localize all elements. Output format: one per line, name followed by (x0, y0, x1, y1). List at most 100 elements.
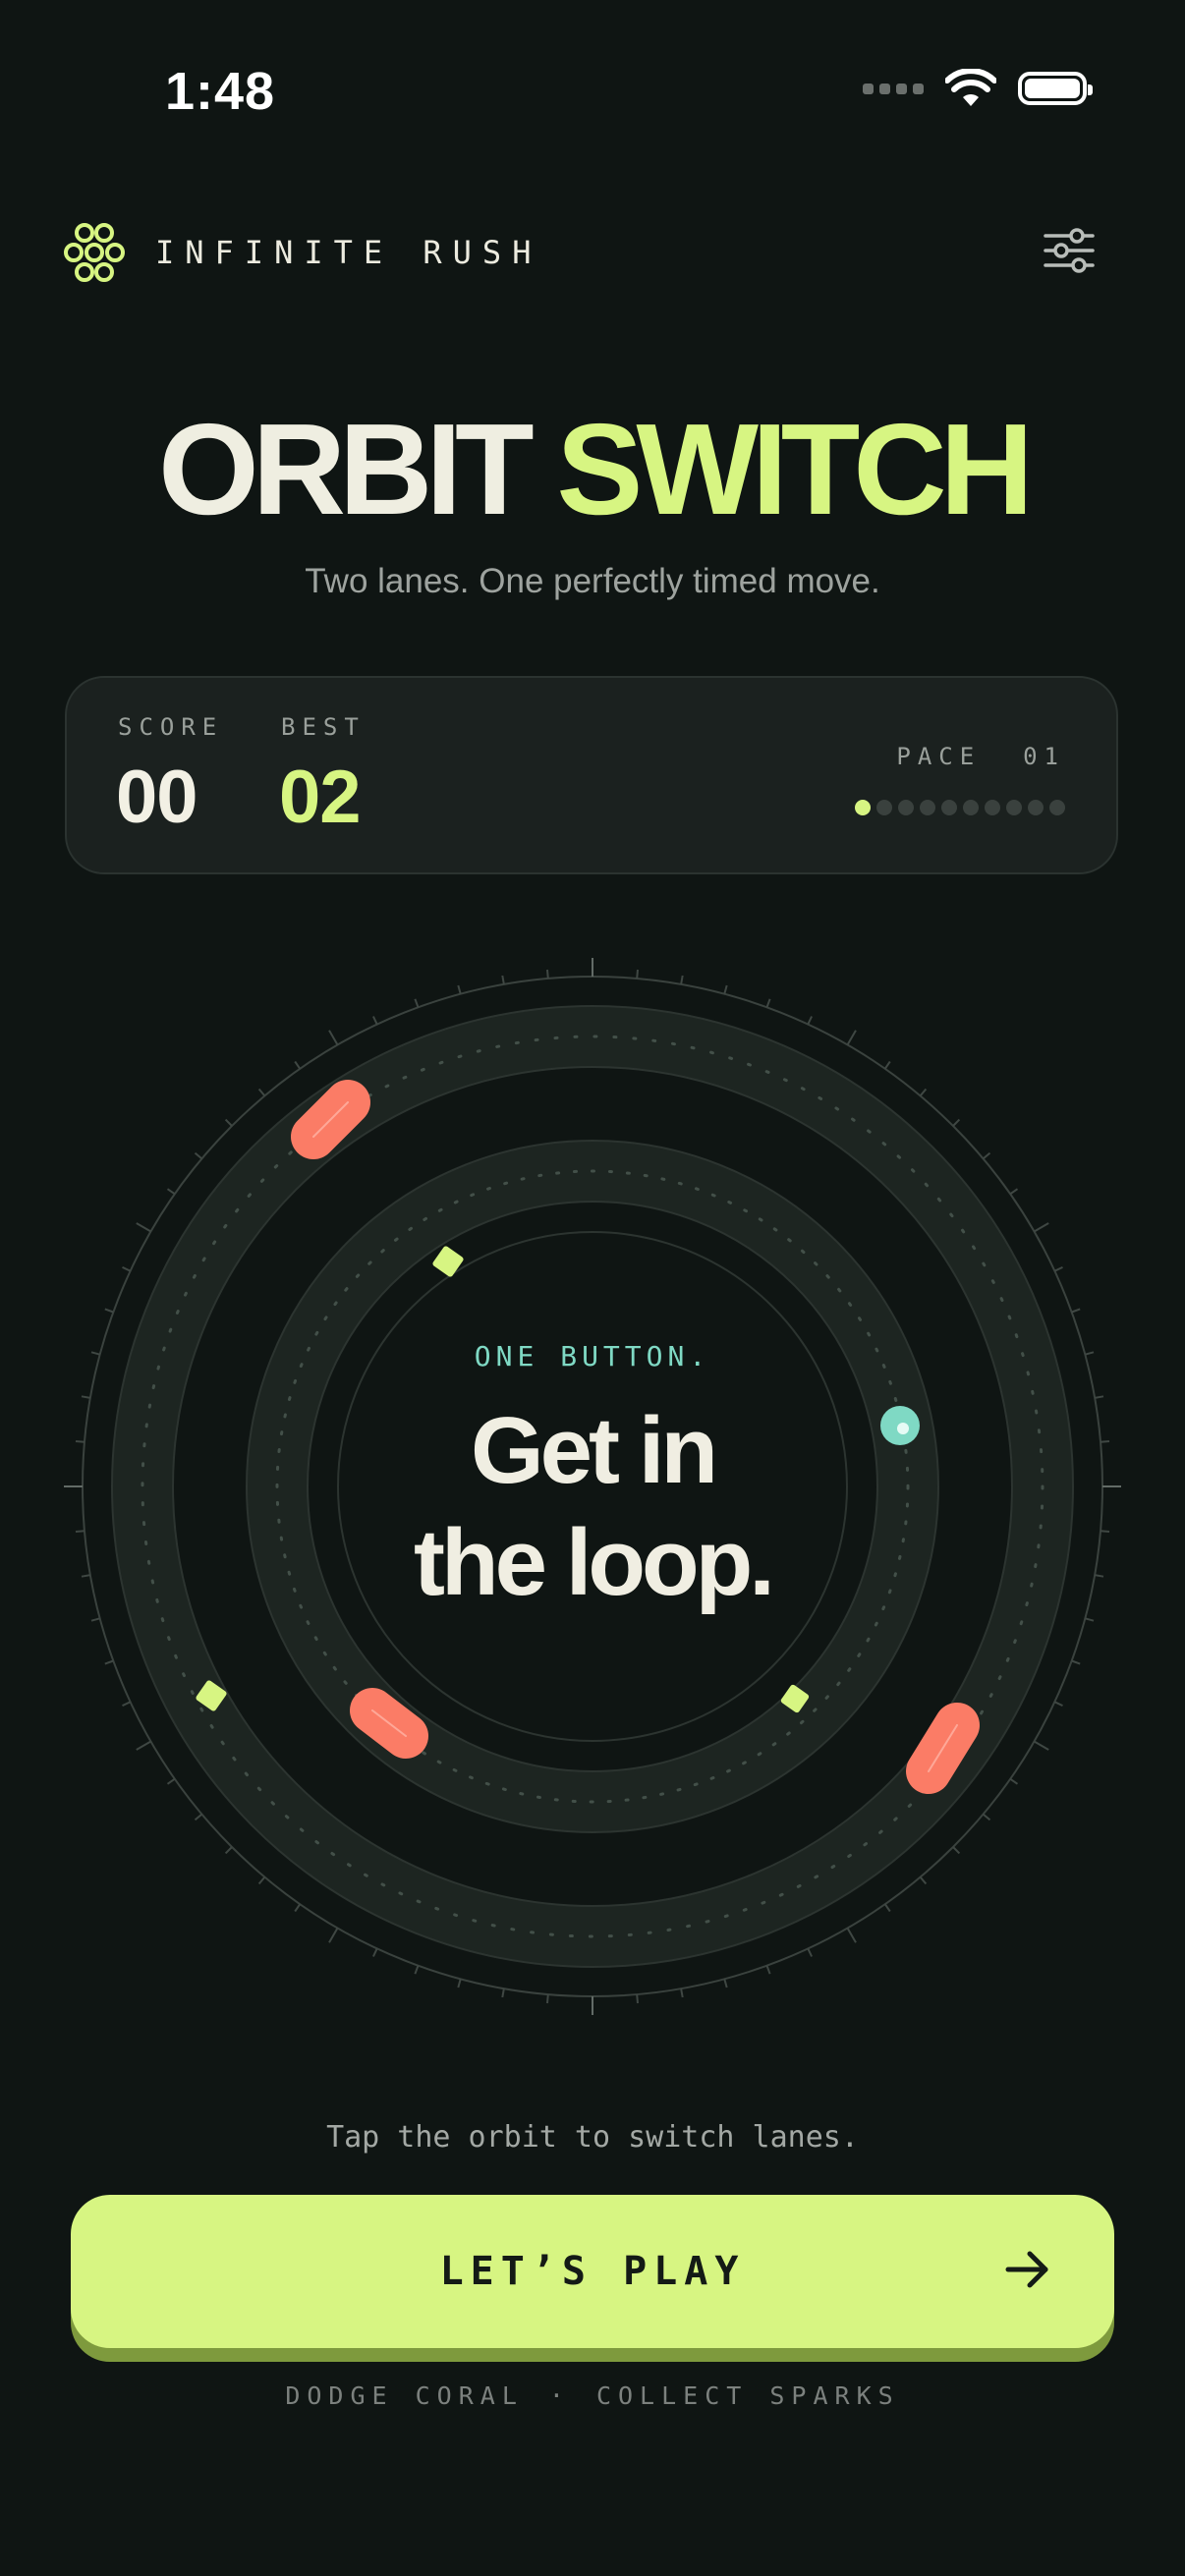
tick-mark (546, 969, 549, 980)
tick-mark (457, 984, 462, 994)
pace-dot (985, 800, 1000, 815)
brand: INFINITE RUSH (63, 222, 541, 283)
pace-dot (1028, 800, 1044, 815)
tick-mark (1071, 1308, 1081, 1314)
tick-mark (1071, 1659, 1081, 1665)
coral-obstacle (906, 1703, 980, 1794)
tick-mark (194, 1151, 203, 1160)
tick-mark (1009, 1777, 1019, 1785)
score-value: 00 (116, 756, 198, 839)
tick-mark (919, 1876, 928, 1885)
orbit-headline: Get in the loop. (0, 1395, 1185, 1619)
tick-mark (765, 998, 771, 1008)
tick-mark (1033, 1222, 1049, 1233)
footer-dodge: DODGE CORAL (285, 2381, 524, 2410)
headline-line-1: Get in (470, 1398, 718, 1503)
tick-mark (636, 969, 639, 980)
tick-mark (883, 1903, 891, 1913)
pace-meter (855, 800, 1065, 815)
lets-play-button[interactable]: LET’S PLAY (71, 2195, 1114, 2348)
tick-mark (294, 1903, 302, 1913)
tick-mark (1033, 1740, 1049, 1751)
orbit-eyebrow: ONE BUTTON. (474, 1340, 711, 1372)
status-icons (863, 69, 1093, 108)
tick-mark (136, 1222, 152, 1233)
pace-dot (876, 800, 892, 815)
tick-mark (414, 998, 420, 1008)
tick-mark (328, 1030, 339, 1046)
tick-mark (224, 1118, 233, 1127)
flower-cluster-icon (64, 223, 125, 282)
battery-icon (1018, 72, 1093, 105)
tick-mark (166, 1777, 176, 1785)
tick-mark (846, 1927, 857, 1943)
tick-mark (680, 1988, 684, 1998)
tick-mark (104, 1659, 114, 1665)
tick-mark (723, 984, 728, 994)
tick-mark (723, 1979, 728, 1988)
arrow-right-icon (1005, 2251, 1048, 2288)
tick-mark (122, 1701, 132, 1708)
pace-readout: PACE 01 (896, 743, 1065, 770)
scoreboard-card: SCORE 00 BEST 02 PACE 01 (65, 676, 1118, 874)
tick-mark (636, 1993, 639, 2004)
tick-mark (371, 1947, 378, 1957)
tick-mark (883, 1060, 891, 1070)
footer-separator: · (548, 2381, 571, 2410)
tick-mark (982, 1151, 991, 1160)
tick-mark (104, 1308, 114, 1314)
tick-mark (1053, 1701, 1063, 1708)
best-label: BEST (281, 713, 366, 741)
score-label: SCORE (118, 713, 224, 741)
instruction-hint: Tap the orbit to switch lanes. (326, 2120, 859, 2155)
pace-value: 01 (1023, 743, 1065, 770)
pace-dot (941, 800, 957, 815)
tick-mark (1009, 1188, 1019, 1196)
pace-dot (920, 800, 935, 815)
pace-dot (963, 800, 979, 815)
tick-mark (919, 1088, 928, 1097)
sliders-icon (1044, 228, 1095, 273)
pace-label: PACE (896, 743, 982, 770)
tick-mark (846, 1030, 857, 1046)
tick-mark (136, 1740, 152, 1751)
tick-mark (982, 1813, 991, 1821)
tick-mark (194, 1813, 203, 1821)
pace-dot (1006, 800, 1022, 815)
app-name: INFINITE RUSH (155, 234, 542, 271)
coral-obstacle (291, 1080, 370, 1159)
tick-mark (765, 1965, 771, 1975)
tick-mark (952, 1846, 961, 1855)
tick-mark (328, 1927, 339, 1943)
title-word-switch: SWITCH (556, 397, 1034, 541)
tick-mark (457, 1979, 462, 1988)
play-button-label: LET’S PLAY (439, 2249, 746, 2294)
pace-dot (898, 800, 914, 815)
tick-mark (294, 1060, 302, 1070)
tick-mark (414, 1965, 420, 1975)
pace-dot (1049, 800, 1065, 815)
tick-mark (257, 1876, 266, 1885)
tick-mark (546, 1993, 549, 2004)
tick-mark (952, 1118, 961, 1127)
tick-mark (166, 1188, 176, 1196)
headline-line-2: the loop. (414, 1510, 775, 1615)
coral-obstacle (350, 1688, 428, 1759)
tagline: Two lanes. One perfectly timed move. (305, 562, 880, 600)
tick-mark (122, 1265, 132, 1272)
status-time: 1:48 (165, 62, 276, 121)
cellular-signal-icon (863, 83, 924, 94)
tick-mark (1053, 1265, 1063, 1272)
footer-tips: DODGE CORAL · COLLECT SPARKS (0, 2381, 1185, 2410)
tick-mark (371, 1016, 378, 1026)
pace-dot (855, 800, 871, 815)
game-title: ORBIT SWITCH (0, 391, 1185, 548)
footer-collect: COLLECT SPARKS (595, 2381, 900, 2410)
tick-mark (501, 1988, 505, 1998)
tick-mark (807, 1947, 814, 1957)
tick-mark (224, 1846, 233, 1855)
tick-mark (807, 1016, 814, 1026)
tick-mark (257, 1088, 266, 1097)
title-word-orbit: ORBIT (158, 397, 535, 541)
settings-button[interactable] (1044, 228, 1095, 278)
